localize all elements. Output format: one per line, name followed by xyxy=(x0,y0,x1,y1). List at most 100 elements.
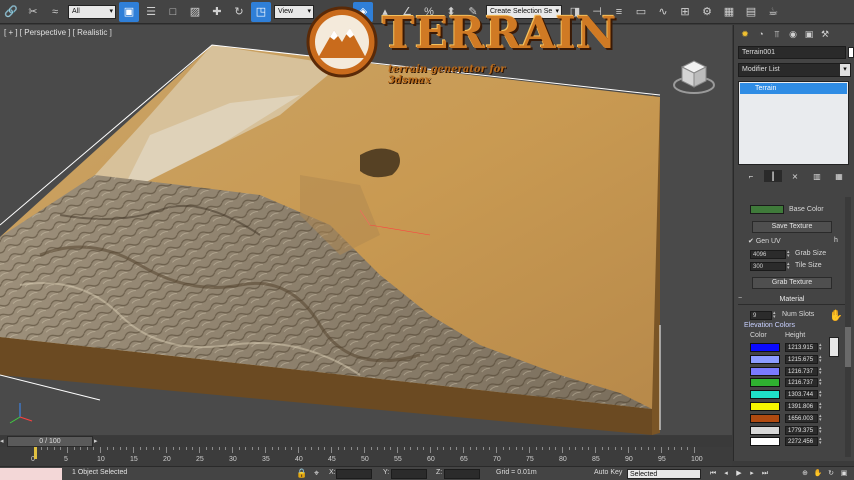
elevation-height-spinner[interactable]: 1391.806 xyxy=(785,402,818,411)
window-crossing-icon[interactable]: ▨ xyxy=(185,2,205,22)
modifier-list-dropdown[interactable]: Modifier List xyxy=(738,63,851,77)
absolute-mode-icon[interactable]: ⌖ xyxy=(314,468,319,479)
elevation-color-swatch[interactable] xyxy=(750,390,780,400)
rendered-frame-icon[interactable]: ▤ xyxy=(741,2,761,22)
elevation-scroll-buttons[interactable] xyxy=(829,337,839,357)
grab-texture-button[interactable]: Grab Texture xyxy=(752,277,832,289)
elevation-height-arrows-icon[interactable]: ▴ ▾ xyxy=(819,390,824,399)
viewcube-icon[interactable] xyxy=(672,53,716,97)
render-setup-icon[interactable]: ▦ xyxy=(719,2,739,22)
elevation-height-spinner[interactable]: 1303.744 xyxy=(785,390,818,400)
maximize-viewport-icon[interactable]: ▣ xyxy=(839,469,849,479)
bind-space-warp-icon[interactable]: ≈ xyxy=(45,2,65,22)
save-texture-button[interactable]: Save Texture xyxy=(752,221,832,233)
elevation-color-swatch[interactable] xyxy=(750,437,780,447)
utilities-tab-icon[interactable]: ⚒ xyxy=(818,27,832,41)
unlink-icon[interactable]: ✂ xyxy=(23,2,43,22)
base-color-swatch[interactable] xyxy=(750,205,784,214)
elevation-height-arrows-icon[interactable]: ▴ ▾ xyxy=(819,366,824,376)
z-coordinate-field[interactable] xyxy=(444,469,480,479)
time-slider[interactable]: ◂ 0 / 100 ▸ xyxy=(0,436,732,447)
elevation-height-arrows-icon[interactable]: ▴ ▾ xyxy=(819,425,824,435)
schematic-view-icon[interactable]: ⊞ xyxy=(675,2,695,22)
pin-stack-icon[interactable]: ⌐ xyxy=(742,170,760,182)
select-by-name-icon[interactable]: ☰ xyxy=(141,2,161,22)
object-name-field[interactable]: Terrain001 xyxy=(738,46,846,59)
elevation-height-spinner[interactable]: 1216.737 xyxy=(785,366,818,376)
key-filter-dropdown[interactable]: Selected xyxy=(627,469,701,479)
elevation-height-spinner[interactable]: 1216.737 xyxy=(785,378,818,388)
material-editor-icon[interactable]: ⚙ xyxy=(697,2,717,22)
elevation-height-spinner[interactable]: 1779.375 xyxy=(785,425,818,435)
tile-size-spinner[interactable]: 300 xyxy=(750,262,786,271)
render-icon[interactable]: ☕ xyxy=(763,2,783,22)
elevation-color-swatch[interactable] xyxy=(750,366,780,376)
elevation-height-arrows-icon[interactable]: ▴ ▾ xyxy=(819,413,824,423)
zoom-icon[interactable]: ⊕ xyxy=(800,469,810,479)
perspective-viewport[interactable]: [ + ] [ Perspective ] [ Realistic ] xyxy=(0,25,732,435)
go-to-end-icon[interactable]: ⏭ xyxy=(760,469,770,479)
time-slider-thumb[interactable]: 0 / 100 xyxy=(7,436,93,447)
grab-size-arrows-icon[interactable]: ▴ ▾ xyxy=(787,250,792,259)
rotate-icon[interactable]: ↻ xyxy=(229,2,249,22)
track-bar-ruler[interactable]: 0 5 10 15 20 25 30 35 40 45 50 55 60 65 70 75 80 85 90 95 10… xyxy=(0,447,732,466)
y-coordinate-field[interactable] xyxy=(391,469,427,479)
num-slots-spinner[interactable]: 9 xyxy=(750,311,772,320)
modify-tab-icon[interactable]: ◔ xyxy=(754,27,768,41)
auto-key-button[interactable]: Auto Key xyxy=(594,469,622,476)
elevation-height-arrows-icon[interactable]: ▴ ▾ xyxy=(819,378,824,387)
rectangular-selection-icon[interactable]: □ xyxy=(163,2,183,22)
x-coordinate-field[interactable] xyxy=(336,469,372,479)
panel-scrollbar[interactable] xyxy=(845,197,851,457)
pan-icon[interactable]: ✋ xyxy=(813,469,823,479)
motion-tab-icon[interactable]: ◉ xyxy=(786,27,800,41)
remove-modifier-icon[interactable]: ▥ xyxy=(808,170,826,182)
curve-editor-icon[interactable]: ∿ xyxy=(653,2,673,22)
make-unique-icon[interactable]: ⨯ xyxy=(786,170,804,182)
elevation-height-spinner[interactable]: 2272.456 xyxy=(785,437,818,447)
display-tab-icon[interactable]: ▣ xyxy=(802,27,816,41)
show-end-result-icon[interactable]: ┃ xyxy=(764,170,782,182)
elevation-color-swatch[interactable] xyxy=(750,413,780,423)
elevation-height-arrows-icon[interactable]: ▴ ▾ xyxy=(819,437,824,446)
next-frame-arrow-icon[interactable]: ▸ xyxy=(94,437,98,445)
hierarchy-tab-icon[interactable]: ⫪ xyxy=(770,27,784,41)
previous-frame-icon[interactable]: ◂ xyxy=(721,469,731,479)
tile-size-arrows-icon[interactable]: ▴ ▾ xyxy=(787,262,792,271)
prev-frame-arrow-icon[interactable]: ◂ xyxy=(0,437,4,445)
scale-icon[interactable]: ◳ xyxy=(251,1,271,22)
grab-size-spinner[interactable]: 4096 xyxy=(750,250,786,259)
num-slots-arrows-icon[interactable]: ▴ ▾ xyxy=(773,311,778,320)
move-icon[interactable]: ✚ xyxy=(207,2,227,22)
orbit-icon[interactable]: ↻ xyxy=(826,469,836,479)
ribbon-icon[interactable]: ▭ xyxy=(631,2,651,22)
object-color-swatch[interactable] xyxy=(848,47,854,58)
material-header[interactable]: Material xyxy=(738,295,846,305)
lock-selection-icon[interactable]: 🔒 xyxy=(296,468,307,479)
selection-filter-dropdown[interactable]: All xyxy=(68,4,116,19)
elevation-color-swatch[interactable] xyxy=(750,354,780,364)
select-object-icon[interactable]: ▣ xyxy=(119,1,139,22)
elevation-height-spinner[interactable]: 1215.675 xyxy=(785,354,818,364)
elevation-height-spinner[interactable]: 1213.915 xyxy=(785,343,818,352)
play-icon[interactable]: ▶ xyxy=(734,469,744,479)
stack-item-terrain[interactable]: Terrain xyxy=(740,83,847,94)
viewport-label[interactable]: [ + ] [ Perspective ] [ Realistic ] xyxy=(4,28,112,37)
gen-uv-checkbox-row[interactable]: ✔ Gen UV xyxy=(748,237,781,245)
next-frame-icon[interactable]: ▸ xyxy=(747,469,757,479)
elevation-color-swatch[interactable] xyxy=(750,425,780,435)
current-frame-marker[interactable] xyxy=(34,447,37,459)
create-tab-icon[interactable]: ✹ xyxy=(738,27,752,41)
elevation-color-swatch[interactable] xyxy=(750,343,780,352)
maxscript-listener-field[interactable] xyxy=(0,468,62,480)
link-icon[interactable]: 🔗 xyxy=(1,2,21,22)
go-to-start-icon[interactable]: ⏮ xyxy=(708,469,718,479)
elevation-color-swatch[interactable] xyxy=(750,378,780,388)
elevation-height-arrows-icon[interactable]: ▴ ▾ xyxy=(819,343,824,352)
elevation-height-arrows-icon[interactable]: ▴ ▾ xyxy=(819,402,824,411)
elevation-height-spinner[interactable]: 1656.003 xyxy=(785,413,818,423)
panel-scroll-thumb[interactable] xyxy=(845,327,851,367)
elevation-height-arrows-icon[interactable]: ▴ ▾ xyxy=(819,354,824,364)
modifier-stack[interactable]: Terrain xyxy=(738,81,849,165)
elevation-color-swatch[interactable] xyxy=(750,402,780,411)
